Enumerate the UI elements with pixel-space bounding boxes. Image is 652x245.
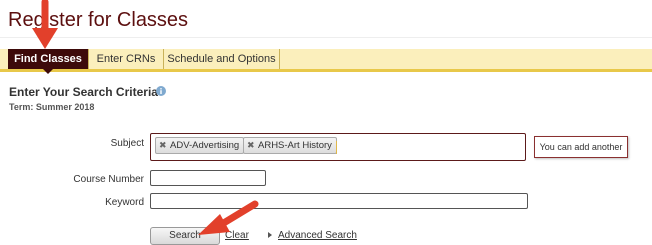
keyword-label: Keyword	[105, 197, 144, 208]
subject-chip-label: ARHS-Art History	[258, 140, 332, 151]
tab-label: Find Classes	[14, 53, 82, 65]
subject-multiselect[interactable]: ✖ ADV-Advertising ✖ ARHS-Art History	[150, 133, 526, 161]
course-number-label: Course Number	[73, 174, 144, 185]
page-title: Register for Classes	[8, 9, 189, 31]
search-button[interactable]: Search	[150, 227, 220, 245]
subject-label: Subject	[110, 138, 144, 149]
subject-chip-label: ADV-Advertising	[170, 140, 240, 151]
tab-enter-crns[interactable]: Enter CRNs	[89, 49, 164, 69]
search-criteria-heading: Enter Your Search Criteria	[9, 85, 158, 99]
info-icon[interactable]	[156, 86, 166, 96]
tab-schedule-and-options[interactable]: Schedule and Options	[164, 49, 280, 69]
caret-right-icon[interactable]	[268, 232, 272, 238]
active-tab-caret	[43, 69, 53, 74]
close-icon[interactable]: ✖	[159, 138, 167, 153]
tab-label: Schedule and Options	[167, 53, 276, 65]
subject-chip[interactable]: ✖ ARHS-Art History	[243, 137, 337, 154]
term-label: Term: Summer 2018	[9, 102, 95, 112]
course-number-input[interactable]	[150, 170, 266, 186]
keyword-input[interactable]	[150, 193, 528, 209]
close-icon[interactable]: ✖	[247, 138, 255, 153]
clear-link[interactable]: Clear	[225, 230, 249, 241]
text-cursor	[336, 141, 337, 154]
tab-find-classes[interactable]: Find Classes	[8, 49, 89, 74]
page-header: Register for Classes	[0, 0, 652, 38]
tab-label: Enter CRNs	[96, 53, 156, 65]
subject-chip[interactable]: ✖ ADV-Advertising	[155, 137, 245, 154]
tab-bar: Find Classes Enter CRNs Schedule and Opt…	[0, 49, 652, 74]
advanced-search-link[interactable]: Advanced Search	[278, 230, 357, 241]
subject-hint-tooltip: You can add another	[534, 136, 628, 158]
